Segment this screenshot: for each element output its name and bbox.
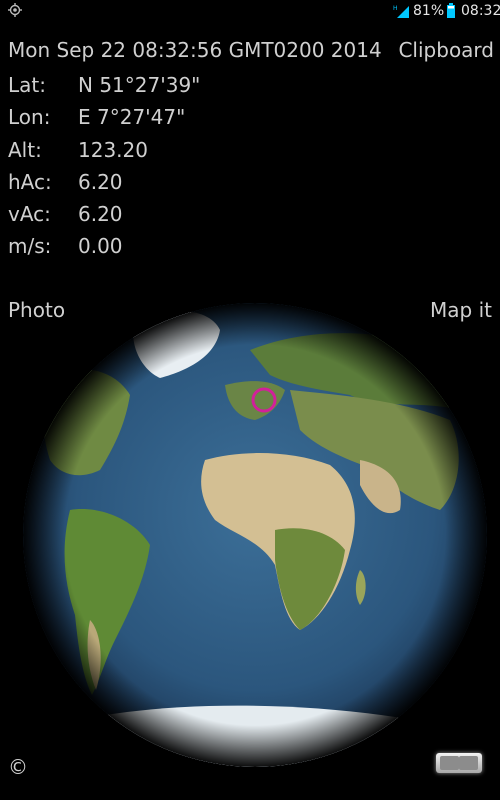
reading-label: Lat: <box>8 73 46 97</box>
reading-label: Lon: <box>8 105 51 129</box>
reading-value: 6.20 <box>78 170 123 194</box>
reading-value: 123.20 <box>78 138 148 162</box>
toggle-segment <box>440 756 459 770</box>
reading-label: vAc: <box>8 202 51 226</box>
world-globe[interactable] <box>20 300 490 770</box>
status-bar: H 81% 08:32 <box>0 0 500 22</box>
gps-icon <box>8 3 22 17</box>
reading-value: N 51°27'39" <box>78 73 201 97</box>
status-clock: 08:32 <box>461 3 500 19</box>
signal-icon: H <box>393 5 409 18</box>
reading-alt: Alt: 123.20 <box>8 138 148 162</box>
reading-label: hAc: <box>8 170 52 194</box>
copyright-symbol[interactable]: © <box>8 755 28 779</box>
battery-percent: 81% <box>413 3 445 19</box>
map-it-button[interactable]: Map it <box>430 298 492 322</box>
photo-button[interactable]: Photo <box>8 298 65 322</box>
reading-value: E 7°27'47" <box>78 105 186 129</box>
reading-vac: vAc: 6.20 <box>8 202 123 226</box>
gps-timestamp: Mon Sep 22 08:32:56 GMT0200 2014 <box>8 38 382 62</box>
clipboard-button[interactable]: Clipboard <box>398 38 494 62</box>
signal-tag: H <box>393 5 398 12</box>
reading-lon: Lon: E 7°27'47" <box>8 105 185 129</box>
reading-speed: m/s: 0.00 <box>8 234 123 258</box>
battery-icon <box>447 3 455 18</box>
reading-lat: Lat: N 51°27'39" <box>8 73 200 97</box>
reading-hac: hAc: 6.20 <box>8 170 123 194</box>
toggle-segment <box>459 756 478 770</box>
reading-label: Alt: <box>8 138 42 162</box>
reading-value: 0.00 <box>78 234 123 258</box>
layer-toggle[interactable] <box>436 753 482 773</box>
globe-map <box>23 303 487 767</box>
reading-label: m/s: <box>8 234 52 258</box>
reading-value: 6.20 <box>78 202 123 226</box>
